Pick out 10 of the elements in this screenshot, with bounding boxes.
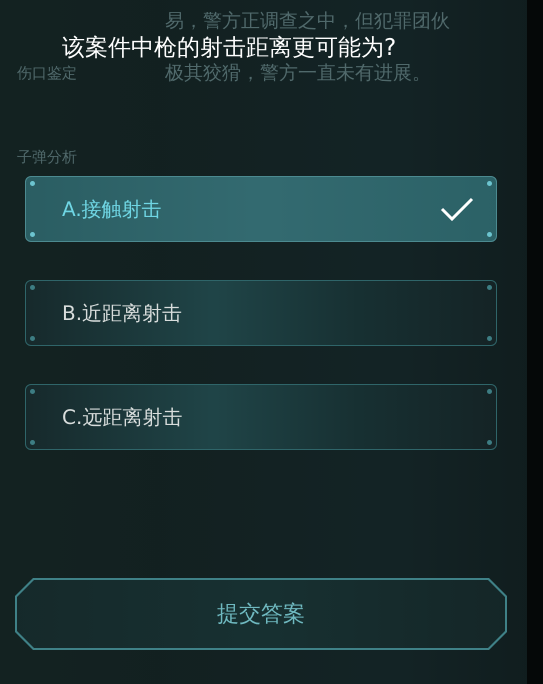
submit-button[interactable]: 提交答案 [15,578,507,650]
story-text: 易，警方正调查之中，但犯罪团伙 [165,10,450,32]
story-text: 极其狡猾，警方一直未有进展。 [165,62,431,84]
section-label: 伤口鉴定 [17,64,77,83]
answer-option[interactable]: C.远距离射击 [25,384,497,450]
answer-option[interactable]: B.近距离射击 [25,280,497,346]
answer-option[interactable]: A.接触射击 [25,176,497,242]
question-text: 该案件中枪的射击距离更可能为? [62,35,396,61]
check-icon [440,197,474,221]
section-label: 子弹分析 [17,148,77,167]
